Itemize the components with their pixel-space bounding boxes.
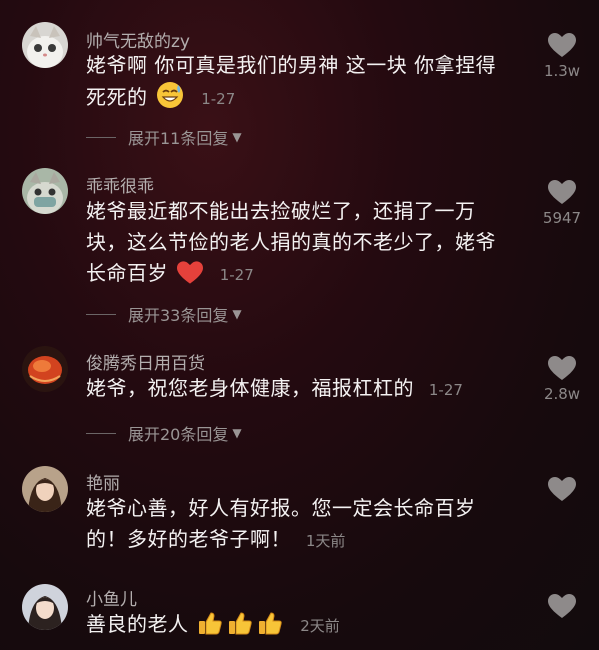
heart-icon <box>548 594 576 618</box>
like-button[interactable] <box>537 477 587 502</box>
comment-time: 1-27 <box>201 90 236 108</box>
comment-text: 姥爷，祝您老身体健康，福报杠杠的 1-27 <box>86 373 526 406</box>
like-button[interactable]: 1.3w <box>537 33 587 80</box>
like-button[interactable]: 2.8w <box>537 356 587 403</box>
chevron-down-icon: ▼ <box>232 130 242 144</box>
avatar[interactable] <box>22 584 68 630</box>
comment-text-line: 善良的老人 <box>86 612 189 636</box>
heart-icon <box>548 356 576 380</box>
comment-text: 姥爷最近都不能出去捡破烂了，还捐了一万 块，这么节俭的老人捐的真的不老少了，姥爷… <box>86 196 526 294</box>
comment-text-line: 块，这么节俭的老人捐的真的不老少了，姥爷 <box>86 230 496 254</box>
avatar[interactable] <box>22 346 68 392</box>
comment-text-line: 长命百岁 <box>86 261 168 285</box>
expand-replies[interactable]: 展开20条回复 ▼ <box>86 421 242 445</box>
thumbs-up-emoji <box>227 610 253 645</box>
comment-author[interactable]: 乖乖很乖 <box>86 172 154 197</box>
heart-icon <box>548 180 576 204</box>
comment-author[interactable]: 帅气无敌的zy <box>86 27 190 52</box>
avatar[interactable] <box>22 22 68 68</box>
comment-text-line: 姥爷心善，好人有好报。您一定会长命百岁 <box>86 496 476 520</box>
comment-text-line: 姥爷最近都不能出去捡破烂了，还捐了一万 <box>86 199 476 223</box>
chevron-down-icon: ▼ <box>232 426 242 440</box>
comment-author[interactable]: 俊腾秀日用百货 <box>86 349 205 374</box>
grin-sweat-emoji <box>156 81 184 118</box>
comment-text: 善良的老人 2天前 <box>86 609 526 645</box>
comment-author[interactable]: 艳丽 <box>86 469 120 494</box>
replies-label: 展开33条回复 <box>128 306 229 325</box>
comment-text: 姥爷啊 你可真是我们的男神 这一块 你拿捏得 死死的 1-27 <box>86 50 526 118</box>
comment-text: 姥爷心善，好人有好报。您一定会长命百岁 的！多好的老爷子啊！ 1天前 <box>86 493 526 557</box>
like-button[interactable]: 5947 <box>537 180 587 227</box>
comment-text-line: 姥爷，祝您老身体健康，福报杠杠的 <box>86 376 414 400</box>
chevron-down-icon: ▼ <box>232 307 242 321</box>
red-heart-emoji <box>176 261 203 294</box>
comment-text-line: 的！多好的老爷子啊！ <box>86 527 291 551</box>
expand-replies[interactable]: 展开11条回复 ▼ <box>86 125 242 149</box>
like-count: 5947 <box>542 209 582 227</box>
thumbs-up-emoji <box>197 610 223 645</box>
comment-text-line: 姥爷啊 你可真是我们的男神 这一块 你拿捏得 <box>86 53 497 77</box>
replies-label: 展开11条回复 <box>128 129 229 148</box>
thumbs-up-emoji <box>257 610 283 645</box>
comment-time: 1天前 <box>305 532 346 550</box>
comment-time: 1-27 <box>428 381 463 399</box>
replies-label: 展开20条回复 <box>128 425 229 444</box>
heart-icon <box>548 33 576 57</box>
like-button[interactable] <box>537 594 587 619</box>
like-count: 1.3w <box>543 62 581 80</box>
like-count: 2.8w <box>543 385 581 403</box>
comment-text-line: 死死的 <box>86 85 148 109</box>
comment-time: 1-27 <box>219 266 254 284</box>
comment-time: 2天前 <box>300 617 340 635</box>
heart-icon <box>548 477 576 501</box>
comment-author[interactable]: 小鱼儿 <box>86 585 137 610</box>
avatar[interactable] <box>22 168 68 214</box>
expand-replies[interactable]: 展开33条回复 ▼ <box>86 302 242 326</box>
avatar[interactable] <box>22 466 68 512</box>
